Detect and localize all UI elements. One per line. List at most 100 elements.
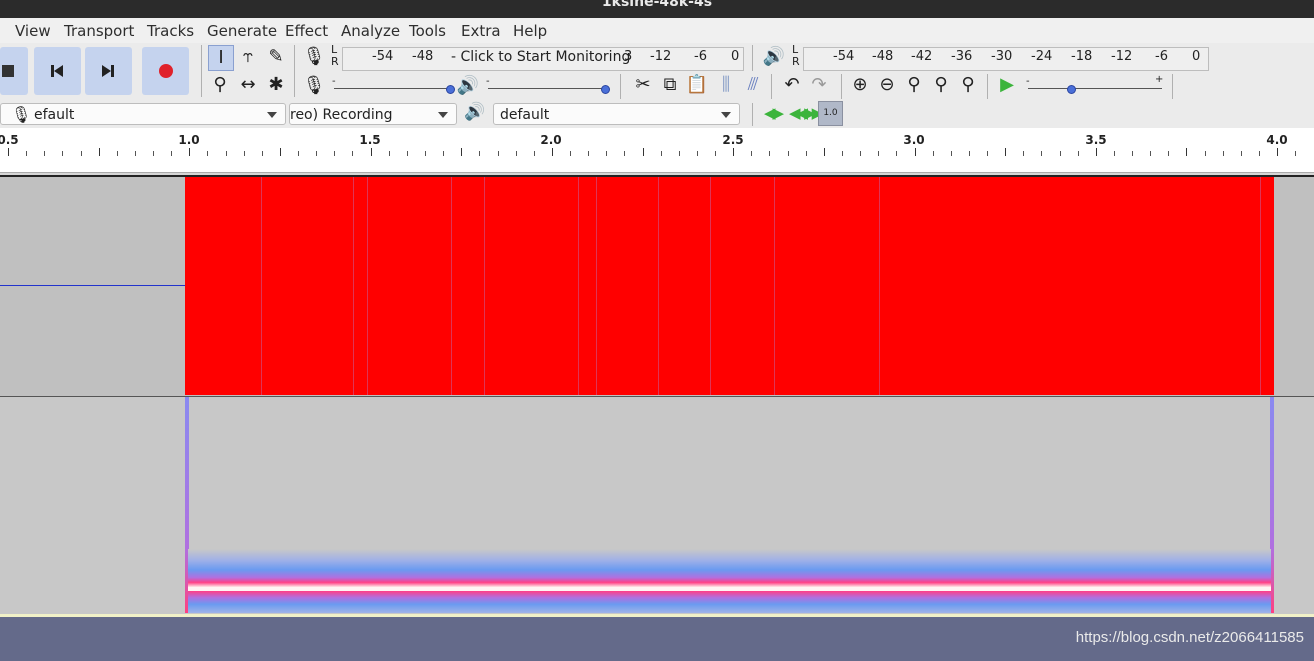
ruler-tick [407, 151, 408, 156]
menu-analyze[interactable]: Analyze [341, 22, 400, 40]
ruler-tick [1078, 151, 1079, 156]
ruler-tick [516, 151, 517, 156]
record-meter-tick: -12 [650, 49, 672, 64]
ruler-tick [1205, 151, 1206, 156]
window-title: 1ksine-48k-4s [601, 0, 713, 10]
envelope-tool-icon[interactable]: ⥾ [236, 45, 260, 69]
monitor-prompt[interactable]: - Click to Start Monitoring [451, 49, 630, 65]
ruler-label: 1.0 [178, 133, 200, 147]
spectrogram-clip[interactable] [185, 397, 1274, 613]
undo-icon[interactable]: ↶ [780, 73, 804, 97]
recording-volume-knob[interactable] [446, 85, 455, 94]
menu-help[interactable]: Help [513, 22, 547, 40]
ruler-tick [751, 151, 752, 156]
ruler-label: 2.5 [722, 133, 744, 147]
skip-to-end-button[interactable] [85, 47, 132, 95]
menu-transport[interactable]: Transport [64, 22, 134, 40]
menu-tracks[interactable]: Tracks [147, 22, 194, 40]
separator [294, 45, 295, 97]
ruler-tick [878, 151, 879, 156]
skip-to-start-icon [51, 65, 63, 77]
recording-device-value: efault [34, 107, 75, 123]
chevron-down-icon [267, 112, 277, 118]
multi-tool-icon[interactable]: ✱ [264, 73, 288, 97]
play-at-speed-icon[interactable]: ▶ [995, 73, 1019, 97]
record-meter-tick: -48 [412, 49, 434, 64]
draw-tool-icon[interactable]: ✎ [264, 45, 288, 69]
copy-icon[interactable]: ⧉ [658, 73, 682, 97]
ruler-tick [479, 151, 480, 156]
playback-volume-slider[interactable] [488, 88, 606, 89]
playback-device-select[interactable]: default [493, 103, 740, 125]
ruler-tick [461, 148, 462, 156]
fit-selection-icon[interactable]: ⚲ [902, 73, 926, 97]
spectrogram-band-lower [188, 591, 1271, 613]
menu-generate[interactable]: Generate [207, 22, 277, 40]
ruler-tick [44, 151, 45, 156]
pinned-head-toggle[interactable]: 1.0 [818, 101, 843, 126]
selection-tool-icon[interactable]: I [208, 45, 234, 71]
waveform-clip[interactable] [185, 177, 1274, 395]
microphone-icon: 🎙 [11, 105, 32, 124]
record-meter-tick: 0 [731, 49, 740, 64]
timeshift-tool-icon[interactable]: ↔ [236, 73, 260, 97]
slider-min-label: - [486, 76, 490, 87]
timeline-ruler[interactable]: 0.5 1.0 1.5 2.0 2.5 3.0 3.5 4.0 [0, 128, 1314, 173]
ruler-tick [352, 151, 353, 156]
play-speed-knob[interactable] [1067, 85, 1076, 94]
ruler-tick [117, 151, 118, 156]
ruler-tick [1041, 151, 1042, 156]
play-meter-tick: -6 [1155, 49, 1168, 64]
waveform-line [484, 177, 485, 395]
ruler-tick [679, 151, 680, 156]
track-area-left [0, 177, 185, 396]
recording-device-select[interactable]: 🎙 efault [0, 103, 286, 125]
ruler-tick [1259, 151, 1260, 156]
play-meter-tick: -48 [872, 49, 894, 64]
playback-device-value: default [500, 107, 550, 123]
menu-extra[interactable]: Extra [461, 22, 501, 40]
menu-effect[interactable]: Effect [285, 22, 328, 40]
recording-volume-slider[interactable] [334, 88, 452, 89]
recording-channels-select[interactable]: reo) Recording Channels [289, 103, 457, 145]
watermark-text: https://blog.csdn.net/z2066411585 [1075, 629, 1304, 646]
separator [752, 103, 753, 126]
ruler-label: 4.0 [1266, 133, 1288, 147]
ruler-tick [443, 151, 444, 156]
zero-line [0, 285, 185, 286]
ruler-tick [334, 151, 335, 156]
ruler-tick [715, 151, 716, 156]
scrub-icon[interactable]: ◀▶ [764, 104, 784, 122]
speaker-icon[interactable]: 🔊 [762, 45, 786, 69]
ruler-tick [371, 148, 372, 156]
trim-icon[interactable]: ⫼ [714, 73, 738, 97]
ruler-tick [860, 151, 861, 156]
slider-max-label: + [1155, 74, 1164, 85]
zoom-in-icon[interactable]: ⊕ [848, 73, 872, 97]
play-meter-tick: -54 [833, 49, 855, 64]
ruler-tick [62, 151, 63, 156]
menu-view[interactable]: View [15, 22, 51, 40]
play-speed-slider[interactable] [1028, 88, 1162, 89]
ruler-tick [951, 151, 952, 156]
zoom-out-icon[interactable]: ⊖ [875, 73, 899, 97]
paste-icon[interactable]: 📋 [685, 73, 709, 97]
ruler-tick [552, 148, 553, 156]
zoom-tool-icon[interactable]: ⚲ [208, 73, 232, 97]
ruler-label: 3.5 [1085, 133, 1107, 147]
record-button[interactable] [142, 47, 189, 95]
ruler-tick [624, 151, 625, 156]
playback-volume-knob[interactable] [601, 85, 610, 94]
skip-to-start-button[interactable] [34, 47, 81, 95]
ruler-tick [99, 148, 100, 156]
microphone-icon[interactable]: 🎙 [302, 45, 326, 69]
menu-tools[interactable]: Tools [409, 22, 446, 40]
cut-icon[interactable]: ✂ [631, 73, 655, 97]
redo-icon[interactable]: ↷ [807, 73, 831, 97]
zoom-toggle-icon[interactable]: ⚲ [956, 73, 980, 97]
silence-icon[interactable]: ⫻ [741, 73, 765, 97]
seek-icon[interactable]: ◀◀▶▶ [789, 104, 823, 122]
fit-project-icon[interactable]: ⚲ [929, 73, 953, 97]
ruler-tick [298, 151, 299, 156]
stop-button[interactable] [0, 47, 28, 95]
